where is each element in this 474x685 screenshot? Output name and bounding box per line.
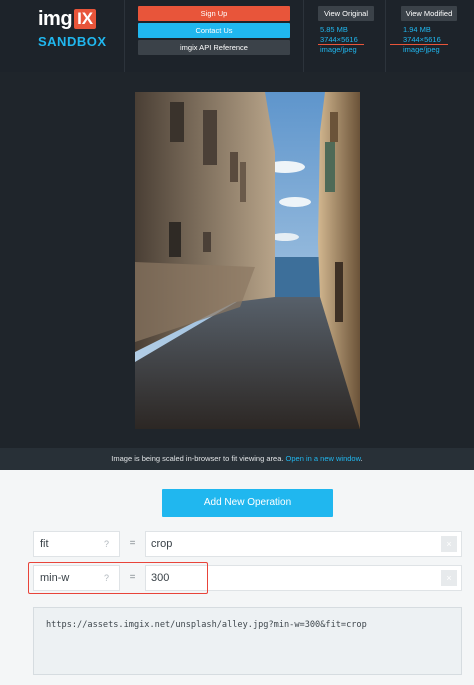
scale-message: Image is being scaled in-browser to fit … xyxy=(111,454,284,463)
operations-panel: Add New Operation fit ? = crop × min-w ?… xyxy=(0,470,474,685)
modified-info: View Modified 1.94 MB 3744×5616 image/jp… xyxy=(401,6,457,55)
scale-notice: Image is being scaled in-browser to fit … xyxy=(0,448,474,470)
api-reference-button[interactable]: imgix API Reference xyxy=(138,40,290,55)
generated-url: https://assets.imgix.net/unsplash/alley.… xyxy=(46,620,367,630)
param-value-fit[interactable]: crop × xyxy=(145,531,462,557)
view-original-button[interactable]: View Original xyxy=(318,6,374,21)
param-key-label: fit xyxy=(40,538,49,550)
original-format: image/jpeg xyxy=(320,45,357,54)
header-divider xyxy=(385,0,386,72)
generated-url-box[interactable]: https://assets.imgix.net/unsplash/alley.… xyxy=(33,607,462,675)
remove-param-icon[interactable]: × xyxy=(441,536,457,552)
modified-annotation-underline xyxy=(390,44,448,45)
original-size: 5.85 MB xyxy=(320,25,348,34)
header-divider xyxy=(124,0,125,72)
help-icon[interactable]: ? xyxy=(104,532,109,556)
imgix-sandbox-logo[interactable]: img IX SANDBOX xyxy=(38,7,110,50)
contact-us-button[interactable]: Contact Us xyxy=(138,23,290,38)
logo-img-text: img xyxy=(38,7,73,30)
equals-sign: = xyxy=(129,538,136,549)
min-w-highlight-box xyxy=(28,562,208,594)
header-divider xyxy=(303,0,304,72)
modified-size: 1.94 MB xyxy=(403,25,431,34)
signup-button[interactable]: Sign Up xyxy=(138,6,290,21)
modified-format: image/jpeg xyxy=(403,45,440,54)
app-header: img IX SANDBOX Sign Up Contact Us imgix … xyxy=(0,0,474,72)
add-new-operation-button[interactable]: Add New Operation xyxy=(162,489,333,517)
original-info: View Original 5.85 MB 3744×5616 image/jp… xyxy=(318,6,374,55)
logo-sandbox-text: SANDBOX xyxy=(38,34,107,49)
view-modified-button[interactable]: View Modified xyxy=(401,6,457,21)
original-annotation-underline xyxy=(318,44,364,45)
image-viewer xyxy=(0,72,474,448)
remove-param-icon[interactable]: × xyxy=(441,570,457,586)
open-new-window-link[interactable]: Open in a new window xyxy=(286,454,361,463)
param-value-text: crop xyxy=(151,538,173,550)
alley-photo xyxy=(135,92,360,429)
logo-ix-badge: IX xyxy=(74,9,97,29)
param-key-fit[interactable]: fit ? xyxy=(33,531,120,557)
